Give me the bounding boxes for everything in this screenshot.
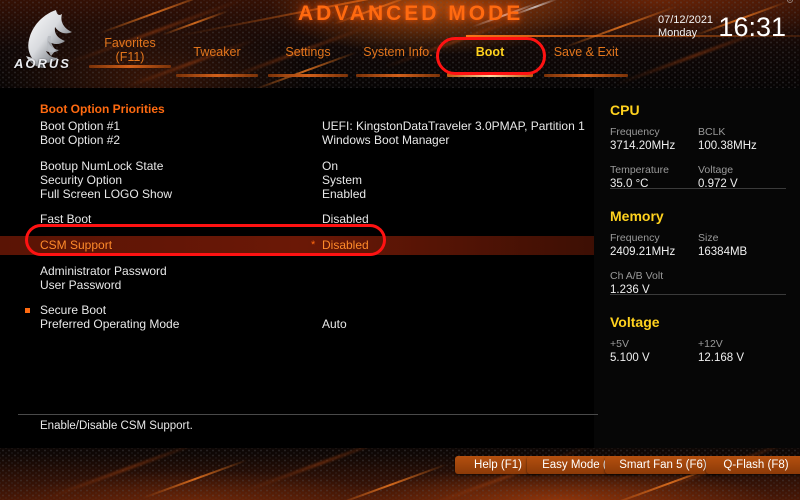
tab-label: Save & Exit <box>553 45 619 59</box>
tab-sublabel: (F11) <box>115 50 145 64</box>
panel-field-key: Ch A/B Volt <box>610 270 664 282</box>
tab-underline <box>176 74 258 77</box>
tab-label: Settings <box>285 45 331 59</box>
tab-system-info[interactable]: System Info. <box>352 36 444 77</box>
settings-row-preferred-operating-mode[interactable]: Preferred Operating Mode Auto <box>0 315 594 334</box>
tab-label: Favorites <box>104 36 156 50</box>
settings-row-fast-boot[interactable]: Fast Boot Disabled <box>0 210 594 229</box>
panel-field-value: 5.100 V <box>610 352 650 364</box>
panel-section-memory: Memory Frequency 2409.21MHz Size 16384MB Ch A… <box>594 208 800 308</box>
setting-label: Full Screen LOGO Show <box>40 187 173 201</box>
panel-field-key: Voltage <box>698 164 734 176</box>
footer-button-smart-fan-5-f6[interactable]: Smart Fan 5 (F6) <box>605 456 721 474</box>
setting-label: Boot Option #2 <box>40 133 121 147</box>
panel-section-cpu: CPU Frequency 3714.20MHz BCLK 100.38MHz Tempe… <box>594 102 800 202</box>
panel-field-key: Temperature <box>610 164 669 176</box>
submenu-bullet-icon <box>25 308 30 313</box>
gear-icon[interactable] <box>786 0 794 4</box>
settings-row-boot-option-2[interactable]: Boot Option #2 Windows Boot Manager <box>0 131 594 150</box>
function-key-buttons: Help (F1) Easy Mode (F2) Smart Fan 5 (F6) Q… <box>0 448 800 500</box>
tab-underline <box>544 74 628 77</box>
panel-section-title: Memory <box>610 208 664 224</box>
tab-boot[interactable]: Boot <box>443 36 537 77</box>
tab-save-exit[interactable]: Save & Exit <box>540 36 632 77</box>
nav-tabs: Favorites (F11) Tweaker Settings System Info… <box>0 36 800 77</box>
tab-label: System Info. <box>363 45 433 59</box>
bios-screen: AORUS ADVANCED MODE 07/12/2021 Monday 16… <box>0 0 800 500</box>
setting-value: Disabled <box>322 212 369 226</box>
help-separator <box>18 414 598 415</box>
panel-field-value: 16384MB <box>698 246 748 258</box>
settings-row-user-password[interactable]: User Password <box>0 276 594 295</box>
footer-button-q-flash-f8[interactable]: Q-Flash (F8) <box>706 456 800 474</box>
footer-bar: Help (F1) Easy Mode (F2) Smart Fan 5 (F6) Q… <box>0 448 800 500</box>
page-title: ADVANCED MODE <box>298 2 524 25</box>
panel-field-key: Frequency <box>610 232 660 244</box>
tab-underline <box>268 74 348 77</box>
setting-label: Fast Boot <box>40 212 92 226</box>
setting-label: CSM Support <box>40 238 113 252</box>
main-content: Boot Option Priorities Boot Option #1 UEFI… <box>0 88 800 448</box>
panel-field-key: +12V <box>698 338 723 350</box>
date-text: 07/12/2021 <box>658 14 714 26</box>
setting-label: Preferred Operating Mode <box>40 317 180 331</box>
settings-list: Boot Option Priorities Boot Option #1 UEFI… <box>0 88 594 448</box>
panel-section-title: Voltage <box>610 314 660 330</box>
panel-separator <box>610 188 786 189</box>
panel-field-key: BCLK <box>698 126 726 138</box>
tab-underline <box>447 73 533 77</box>
setting-value: Enabled <box>322 187 367 201</box>
panel-section-voltage: Voltage +5V 5.100 V +12V 12.168 V <box>594 314 800 414</box>
setting-value: Disabled <box>322 238 369 252</box>
panel-field-value: 12.168 V <box>698 352 745 364</box>
tab-label: Tweaker <box>193 45 241 59</box>
panel-separator <box>610 294 786 295</box>
setting-value: Auto <box>322 317 347 331</box>
tab-tweaker[interactable]: Tweaker <box>172 36 262 77</box>
header-bar: AORUS ADVANCED MODE 07/12/2021 Monday 16… <box>0 0 800 88</box>
setting-label: User Password <box>40 278 122 292</box>
settings-row-csm-support[interactable]: CSM Support * Disabled <box>0 236 594 255</box>
setting-value: Windows Boot Manager <box>322 133 450 147</box>
tab-underline <box>356 74 440 77</box>
modified-marker-icon: * <box>311 239 316 251</box>
tab-settings[interactable]: Settings <box>264 36 352 77</box>
tab-favorites[interactable]: Favorites (F11) <box>85 36 175 68</box>
panel-field-value: 2409.21MHz <box>610 246 676 258</box>
panel-field-key: Frequency <box>610 126 660 138</box>
system-info-panel: CPU Frequency 3714.20MHz BCLK 100.38MHz Tempe… <box>594 88 800 448</box>
tab-label: Boot <box>475 45 505 59</box>
panel-field-value: 3714.20MHz <box>610 140 676 152</box>
settings-row-full-screen-logo-show[interactable]: Full Screen LOGO Show Enabled <box>0 185 594 204</box>
panel-field-value: 100.38MHz <box>698 140 757 152</box>
tab-underline <box>89 65 171 68</box>
panel-section-title: CPU <box>610 102 640 118</box>
help-text: Enable/Disable CSM Support. <box>40 420 193 432</box>
panel-field-key: +5V <box>610 338 629 350</box>
panel-field-key: Size <box>698 232 719 244</box>
